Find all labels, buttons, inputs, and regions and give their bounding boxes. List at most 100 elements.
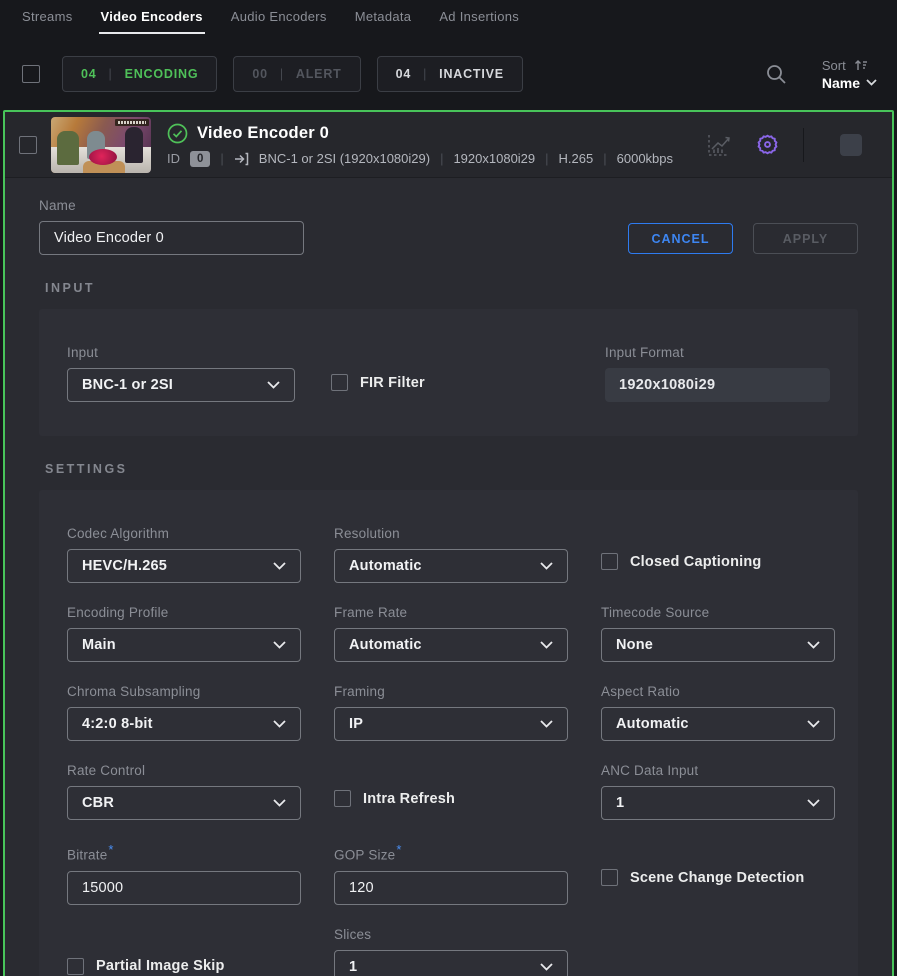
filter-chip-encoding[interactable]: 04 | ENCODING: [62, 56, 217, 92]
timecode-source-select[interactable]: None: [601, 628, 835, 662]
header-divider: [803, 128, 804, 162]
chroma-subsampling-select[interactable]: 4:2:0 8-bit: [67, 707, 301, 741]
checkbox-box[interactable]: [334, 790, 351, 807]
encoding-profile-select[interactable]: Main: [67, 628, 301, 662]
filter-chip-inactive[interactable]: 04 | INACTIVE: [377, 56, 523, 92]
resolution-label: Resolution: [334, 526, 568, 541]
meta-divider: |: [545, 151, 548, 166]
chevron-down-icon: [273, 720, 286, 728]
id-label: ID: [167, 151, 180, 166]
required-marker: *: [396, 842, 401, 857]
status-ok-icon: [167, 123, 188, 144]
encoding-label: ENCODING: [125, 67, 199, 81]
intra-refresh-checkbox[interactable]: Intra Refresh: [334, 790, 568, 807]
closed-captioning-label: Closed Captioning: [630, 554, 761, 570]
encoding-profile-label: Encoding Profile: [67, 605, 301, 620]
tab-metadata[interactable]: Metadata: [341, 0, 426, 34]
tab-audio-encoders[interactable]: Audio Encoders: [217, 0, 341, 34]
input-select[interactable]: BNC-1 or 2SI: [67, 368, 295, 402]
apply-button[interactable]: APPLY: [753, 223, 858, 254]
bitrate-label: Bitrate*: [67, 842, 301, 863]
closed-captioning-checkbox[interactable]: Closed Captioning: [601, 553, 835, 570]
rate-control-value: CBR: [82, 795, 273, 811]
select-all-checkbox[interactable]: [22, 65, 40, 83]
slices-label: Slices: [334, 927, 568, 942]
alert-label: ALERT: [296, 67, 342, 81]
checkbox-box[interactable]: [67, 958, 84, 975]
stop-button[interactable]: [840, 134, 862, 156]
framing-value: IP: [349, 716, 540, 732]
bitrate-input[interactable]: [67, 871, 301, 905]
timecode-source-label: Timecode Source: [601, 605, 835, 620]
chevron-down-icon: [540, 720, 553, 728]
encoder-checkbox[interactable]: [19, 136, 37, 154]
anc-data-input-select[interactable]: 1: [601, 786, 835, 820]
sort-control[interactable]: Sort Name: [822, 58, 877, 91]
chevron-down-icon: [866, 79, 877, 86]
codec-algorithm-select[interactable]: HEVC/H.265: [67, 549, 301, 583]
tab-ad-insertions[interactable]: Ad Insertions: [425, 0, 533, 34]
checkbox-box[interactable]: [331, 374, 348, 391]
partial-image-skip-label: Partial Image Skip: [96, 958, 225, 974]
rate-control-select[interactable]: CBR: [67, 786, 301, 820]
fir-filter-label: FIR Filter: [360, 375, 425, 391]
fir-filter-checkbox[interactable]: FIR Filter: [331, 374, 425, 391]
anc-data-input-label: ANC Data Input: [601, 763, 835, 778]
encoding-profile-value: Main: [82, 637, 273, 653]
chevron-down-icon: [273, 799, 286, 807]
chip-divider: |: [280, 67, 284, 81]
chevron-down-icon: [807, 799, 820, 807]
sort-order-icon: [854, 59, 868, 71]
sort-label: Sort: [822, 58, 846, 73]
gop-size-label: GOP Size*: [334, 842, 568, 863]
meta-divider: |: [220, 151, 223, 166]
cancel-button[interactable]: CANCEL: [628, 223, 733, 254]
tab-video-encoders[interactable]: Video Encoders: [87, 0, 217, 34]
chroma-subsampling-label: Chroma Subsampling: [67, 684, 301, 699]
frame-rate-select[interactable]: Automatic: [334, 628, 568, 662]
chevron-down-icon: [267, 381, 280, 389]
input-source-icon: [234, 152, 249, 166]
timecode-overlay: [115, 119, 149, 126]
filter-chip-alert[interactable]: 00 | ALERT: [233, 56, 360, 92]
checkbox-box[interactable]: [601, 869, 618, 886]
id-badge: 0: [190, 151, 210, 167]
slices-value: 1: [349, 959, 540, 975]
chip-divider: |: [423, 67, 427, 81]
video-thumbnail: [51, 117, 151, 173]
chevron-down-icon: [540, 562, 553, 570]
resolution-value: Automatic: [349, 558, 540, 574]
input-format-label: Input Format: [605, 345, 830, 360]
resolution-select[interactable]: Automatic: [334, 549, 568, 583]
framing-select[interactable]: IP: [334, 707, 568, 741]
chevron-down-icon: [540, 963, 553, 971]
gop-size-input[interactable]: [334, 871, 568, 905]
slices-select[interactable]: 1: [334, 950, 568, 976]
codec-value: H.265: [559, 151, 594, 166]
inactive-label: INACTIVE: [439, 67, 504, 81]
bitrate-value: 6000kbps: [617, 151, 673, 166]
input-label: Input: [67, 345, 295, 360]
scene-change-detection-checkbox[interactable]: Scene Change Detection: [601, 869, 835, 886]
input-format-value: 1920x1080i29: [605, 368, 830, 402]
format-value: 1920x1080i29: [453, 151, 535, 166]
settings-panel: Codec Algorithm HEVC/H.265 Resolution Au…: [39, 490, 858, 976]
partial-image-skip-checkbox[interactable]: Partial Image Skip: [67, 958, 301, 975]
statistics-chart-icon[interactable]: [706, 132, 732, 158]
top-nav: Streams Video Encoders Audio Encoders Me…: [0, 0, 897, 34]
search-icon[interactable]: [764, 62, 788, 86]
input-panel: Input BNC-1 or 2SI FIR Filter Input Form…: [39, 309, 858, 436]
toolbar: 04 | ENCODING 00 | ALERT 04 | INACTIVE S…: [0, 34, 897, 110]
tab-streams[interactable]: Streams: [8, 0, 87, 34]
settings-gear-icon[interactable]: [754, 131, 781, 158]
chevron-down-icon: [807, 720, 820, 728]
chevron-down-icon: [807, 641, 820, 649]
aspect-ratio-select[interactable]: Automatic: [601, 707, 835, 741]
required-marker: *: [108, 842, 113, 857]
name-input[interactable]: [39, 221, 304, 255]
meta-divider: |: [440, 151, 443, 166]
framing-label: Framing: [334, 684, 568, 699]
chevron-down-icon: [540, 641, 553, 649]
checkbox-box[interactable]: [601, 553, 618, 570]
codec-algorithm-value: HEVC/H.265: [82, 558, 273, 574]
